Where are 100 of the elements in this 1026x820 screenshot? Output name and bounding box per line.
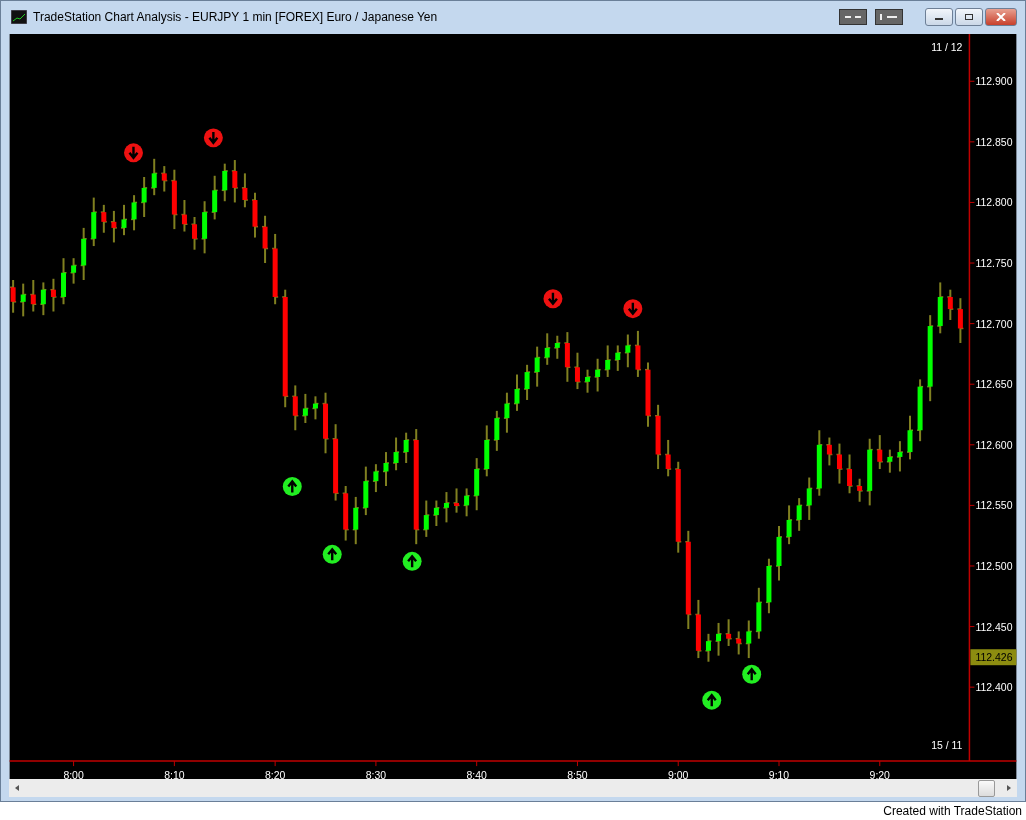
candlestick	[533, 345, 541, 388]
price-axis-label: 112.850	[975, 136, 1013, 148]
candlestick	[241, 172, 249, 209]
candlestick	[503, 391, 511, 434]
candlestick	[90, 196, 98, 247]
candlestick	[805, 476, 813, 521]
price-axis-label: 112.650	[975, 379, 1013, 391]
candlestick	[493, 409, 501, 452]
candlestick	[49, 277, 58, 313]
date-label: 11 / 12	[931, 41, 963, 53]
candlestick	[140, 175, 148, 218]
candlestick	[432, 499, 441, 527]
candlestick	[956, 297, 965, 344]
price-axis-label: 112.450	[975, 621, 1013, 633]
candlestick	[946, 288, 955, 321]
candlestick	[936, 281, 944, 335]
time-axis-label: 8:40	[466, 770, 487, 779]
candlestick	[221, 162, 229, 203]
price-axis-label: 112.800	[975, 197, 1013, 209]
candlestick	[644, 361, 652, 428]
candlestick	[876, 434, 884, 470]
maximize-button[interactable]	[955, 8, 983, 27]
candlestick	[765, 557, 773, 615]
chart-app-icon	[11, 10, 27, 25]
candlestick	[341, 484, 350, 542]
candlestick	[422, 499, 431, 538]
price-axis-label: 112.900	[975, 76, 1013, 88]
candlestick	[614, 344, 622, 372]
time-axis-label: 8:30	[365, 770, 387, 779]
candlestick	[624, 333, 632, 369]
price-axis-label: 112.700	[975, 318, 1013, 330]
time-axis-label: 9:10	[768, 770, 790, 779]
candlestick	[785, 504, 793, 546]
time-axis-label: 8:00	[63, 770, 84, 779]
candlestick	[896, 440, 904, 473]
footer-credit: Created with TradeStation	[883, 804, 1022, 818]
candlestick	[392, 436, 400, 472]
last-price-badge: 112.426	[970, 649, 1017, 666]
candlestick	[513, 373, 521, 412]
candlestick	[745, 619, 753, 660]
candlestick	[130, 194, 138, 232]
candlestick	[352, 495, 360, 546]
scroll-right-icon	[1005, 784, 1013, 792]
candlestick	[734, 630, 743, 656]
time-axis-label: 9:20	[869, 770, 890, 779]
price-axis-label: 112.750	[975, 258, 1013, 269]
candlestick	[210, 174, 219, 221]
candlestick	[483, 424, 491, 478]
time-axis-label: 9:00	[668, 770, 689, 779]
candlestick	[714, 621, 723, 657]
price-axis-label: 112.550	[975, 500, 1013, 512]
candlestick	[402, 431, 410, 464]
candlestick	[150, 157, 158, 197]
candlestick	[372, 463, 380, 493]
candlestick	[906, 414, 914, 461]
date-label: 15 / 11	[931, 740, 963, 752]
candlestick	[251, 191, 259, 239]
time-axis-label: 8:10	[164, 770, 185, 779]
price-axis-label: 112.400	[975, 682, 1013, 694]
time-axis-label: 8:20	[264, 770, 286, 779]
candlestick	[775, 524, 783, 582]
candlestick	[755, 586, 763, 640]
candlestick	[100, 203, 108, 234]
toolbar-toggle-button[interactable]	[839, 9, 867, 26]
candlestick	[916, 378, 924, 443]
price-axis-label: 112.600	[975, 439, 1013, 451]
candlestick	[795, 497, 803, 532]
maximize-icon	[964, 13, 974, 22]
candlestick	[231, 159, 239, 204]
candlestick	[452, 487, 461, 514]
scrollbar-thumb[interactable]	[978, 779, 995, 797]
candlestick	[664, 438, 672, 478]
toolbar-toggle-button[interactable]	[875, 9, 903, 26]
candlestick	[110, 209, 118, 244]
candlestick	[120, 203, 128, 237]
scroll-left-icon	[13, 784, 21, 792]
candlestick	[603, 344, 612, 378]
price-axis-label: 112.500	[975, 560, 1013, 572]
candlestick	[382, 451, 390, 487]
candlestick	[593, 357, 602, 393]
candlestick	[886, 448, 894, 474]
candlestick	[19, 282, 27, 318]
minimize-button[interactable]	[925, 8, 953, 27]
candlestick	[724, 618, 733, 647]
candlestick	[654, 403, 662, 470]
candlestick	[29, 278, 38, 313]
close-icon	[996, 13, 1006, 22]
candlestick	[261, 214, 269, 264]
close-button[interactable]	[985, 8, 1017, 27]
window-title: TradeStation Chart Analysis - EURJPY 1 min [FOREX] Euro / Japanese Yen	[33, 10, 438, 25]
candlestick	[543, 332, 551, 366]
candlestick	[523, 363, 531, 401]
candlestick	[39, 281, 48, 317]
horizontal-scrollbar[interactable]	[9, 779, 1017, 797]
candlestick	[9, 278, 17, 314]
candlestick	[442, 491, 451, 524]
candlestick	[634, 329, 642, 378]
time-axis-label: 8:50	[567, 770, 588, 779]
candlestick	[362, 465, 370, 517]
candlestick	[835, 442, 844, 485]
